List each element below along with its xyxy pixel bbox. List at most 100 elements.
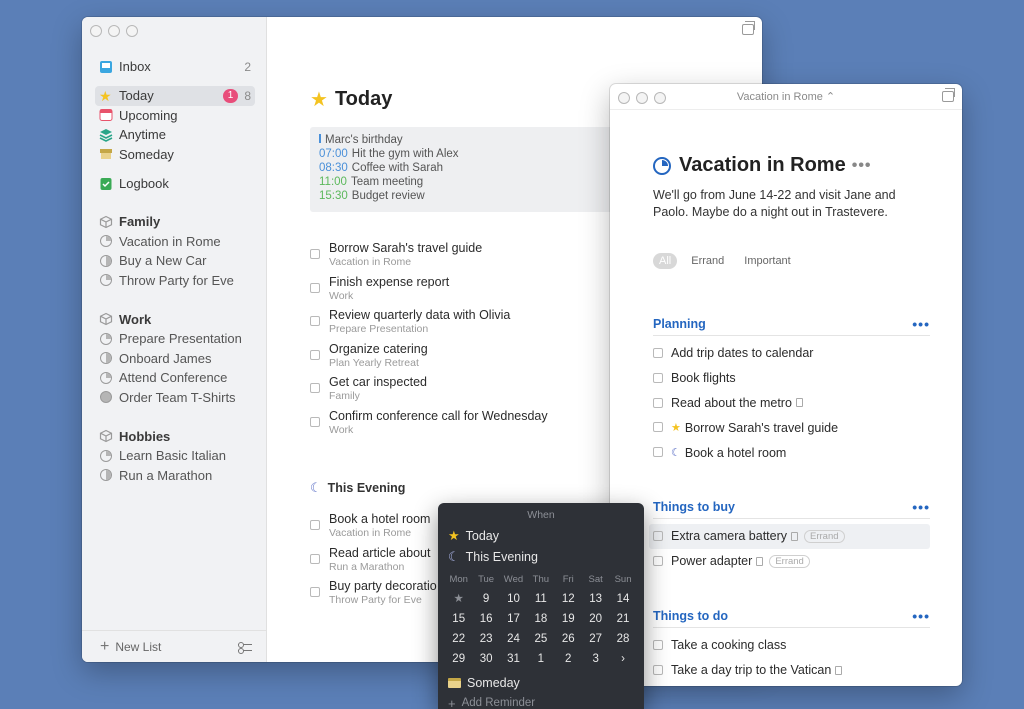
when-option-today[interactable]: ★ Today: [438, 525, 644, 546]
when-option-this-evening[interactable]: ☾ This Evening: [438, 546, 644, 567]
todo-checkbox[interactable]: [310, 282, 320, 293]
date-cell[interactable]: 1: [527, 649, 554, 669]
date-cell[interactable]: 14: [609, 589, 636, 609]
date-cell[interactable]: 2: [555, 649, 582, 669]
date-cell[interactable]: 29: [445, 649, 472, 669]
when-option-someday[interactable]: Someday: [438, 672, 644, 693]
tag-filter-errand[interactable]: Errand: [685, 253, 730, 269]
date-cell[interactable]: 23: [472, 629, 499, 649]
sidebar-item-today[interactable]: ★ Today 1 8: [95, 86, 255, 106]
project-notes[interactable]: We'll go from June 14-22 and visit Jane …: [653, 187, 923, 221]
date-cell[interactable]: 10: [500, 589, 527, 609]
date-cell[interactable]: 17: [500, 609, 527, 629]
project-more-button[interactable]: •••: [852, 157, 872, 175]
zoom-window-button[interactable]: [126, 25, 138, 37]
date-cell[interactable]: 16: [472, 609, 499, 629]
sidebar-item-anytime[interactable]: Anytime: [95, 125, 255, 145]
todo-checkbox[interactable]: [310, 587, 320, 597]
todo-item[interactable]: Get car inspected Family: [310, 375, 630, 409]
sidebar-area[interactable]: Family: [95, 212, 255, 232]
todo-item[interactable]: ★ Borrow Sarah's travel guide: [653, 415, 930, 440]
todo-item[interactable]: Extra camera battery Errand: [649, 524, 930, 549]
todo-checkbox[interactable]: [310, 520, 320, 530]
today-star-cell[interactable]: ★: [445, 589, 472, 609]
todo-checkbox[interactable]: [653, 348, 663, 358]
calendar-event[interactable]: 15:30 Budget review: [319, 189, 630, 203]
section-more-button[interactable]: •••: [912, 499, 930, 515]
date-cell[interactable]: 21: [609, 609, 636, 629]
todo-item[interactable]: Take a cooking class: [653, 633, 930, 658]
project-title[interactable]: Vacation in Rome: [679, 154, 846, 177]
sidebar-project[interactable]: Throw Party for Eve: [95, 271, 255, 291]
section-more-button[interactable]: •••: [912, 608, 930, 624]
filter-settings-icon[interactable]: [238, 641, 252, 653]
sidebar-project[interactable]: Run a Marathon: [95, 466, 255, 486]
section-title[interactable]: Planning: [653, 317, 706, 331]
calendar-event[interactable]: Marc's birthday: [319, 133, 630, 147]
minimize-window-button[interactable]: [108, 25, 120, 37]
date-cell[interactable]: 12: [555, 589, 582, 609]
date-cell[interactable]: 27: [582, 629, 609, 649]
sidebar-item-upcoming[interactable]: Upcoming: [95, 106, 255, 126]
date-cell[interactable]: 11: [527, 589, 554, 609]
section-title[interactable]: Things to do: [653, 609, 728, 623]
todo-item[interactable]: Take a day trip to the Vatican: [653, 658, 930, 683]
todo-checkbox[interactable]: [653, 372, 663, 383]
todo-item[interactable]: Book flights: [653, 366, 930, 391]
todo-checkbox[interactable]: [310, 553, 320, 564]
tag-filter-all[interactable]: All: [653, 253, 678, 269]
todo-checkbox[interactable]: [653, 531, 663, 541]
todo-checkbox[interactable]: [653, 555, 663, 566]
calendar-event[interactable]: 11:00 Team meeting: [319, 175, 630, 189]
todo-item[interactable]: Read about the metro: [653, 391, 930, 416]
sidebar-project[interactable]: Prepare Presentation: [95, 329, 255, 349]
todo-item[interactable]: Power adapter Errand: [653, 549, 930, 574]
sidebar-project[interactable]: Vacation in Rome: [95, 232, 255, 252]
tag-filter-important[interactable]: Important: [738, 253, 796, 269]
calendar-event[interactable]: 08:30 Coffee with Sarah: [319, 161, 630, 175]
todo-checkbox[interactable]: [653, 447, 663, 458]
todo-checkbox[interactable]: [310, 316, 320, 326]
sidebar-project[interactable]: Learn Basic Italian: [95, 446, 255, 466]
todo-item[interactable]: Add trip dates to calendar: [653, 341, 930, 366]
date-cell[interactable]: 22: [445, 629, 472, 649]
new-list-button[interactable]: New List: [115, 640, 161, 654]
date-cell[interactable]: 31: [500, 649, 527, 669]
sidebar-project[interactable]: Onboard James: [95, 349, 255, 369]
date-cell[interactable]: 3: [582, 649, 609, 669]
next-month-button[interactable]: ›: [609, 649, 636, 669]
section-more-button[interactable]: •••: [912, 316, 930, 332]
todo-item[interactable]: Review quarterly data with Olivia Prepare…: [310, 308, 630, 342]
sidebar-project[interactable]: Attend Conference: [95, 368, 255, 388]
sidebar-item-inbox[interactable]: Inbox 2: [95, 57, 255, 77]
full-screen-icon[interactable]: [942, 88, 955, 102]
date-cell[interactable]: 30: [472, 649, 499, 669]
close-window-button[interactable]: [618, 92, 630, 104]
add-reminder-button[interactable]: + Add Reminder: [438, 693, 644, 709]
todo-checkbox[interactable]: [653, 397, 663, 408]
sidebar-item-logbook[interactable]: Logbook: [95, 174, 255, 194]
date-cell[interactable]: 20: [582, 609, 609, 629]
todo-item[interactable]: ☾ Book a hotel room: [653, 440, 930, 465]
todo-checkbox[interactable]: [310, 349, 320, 360]
todo-checkbox[interactable]: [310, 416, 320, 427]
todo-item[interactable]: Finish expense report Work: [310, 275, 630, 309]
calendar-event[interactable]: 07:00 Hit the gym with Alex: [319, 147, 630, 161]
sidebar-area[interactable]: Work: [95, 310, 255, 330]
date-cell[interactable]: 24: [500, 629, 527, 649]
sidebar-area[interactable]: Hobbies: [95, 427, 255, 447]
todo-item[interactable]: Borrow Sarah's travel guide Vacation in R…: [310, 241, 630, 275]
zoom-window-button[interactable]: [654, 92, 666, 104]
todo-checkbox[interactable]: [653, 422, 663, 433]
todo-item[interactable]: Organize catering Plan Yearly Retreat: [310, 342, 630, 376]
sidebar-project[interactable]: Order Team T-Shirts: [95, 388, 255, 408]
close-window-button[interactable]: [90, 25, 102, 37]
todo-checkbox[interactable]: [653, 640, 663, 650]
section-title[interactable]: Things to buy: [653, 500, 735, 514]
date-cell[interactable]: 28: [609, 629, 636, 649]
todo-checkbox[interactable]: [653, 664, 663, 675]
date-cell[interactable]: 25: [527, 629, 554, 649]
date-cell[interactable]: 13: [582, 589, 609, 609]
todo-checkbox[interactable]: [310, 383, 320, 393]
date-cell[interactable]: 26: [555, 629, 582, 649]
